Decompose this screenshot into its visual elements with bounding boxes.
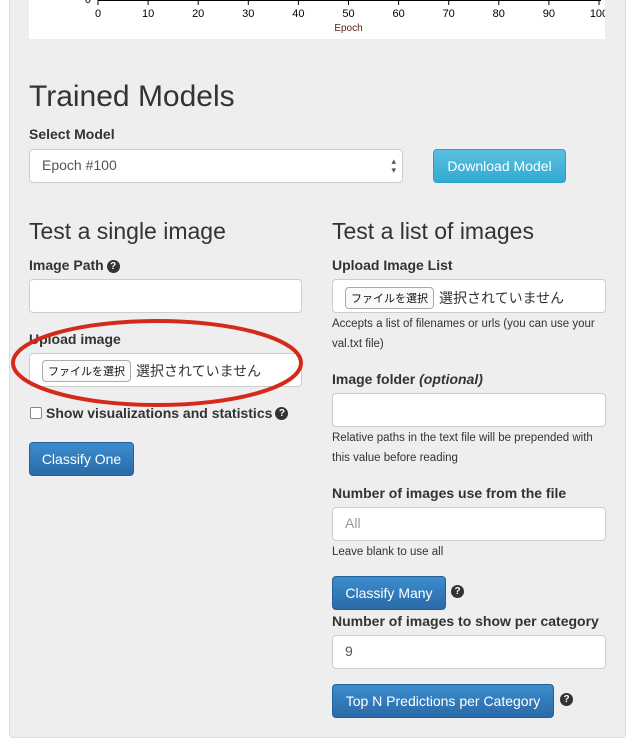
help-icon[interactable]: ? [560,693,573,706]
image-folder-label: Image folder (optional) [332,371,483,387]
list-title: Test a list of images [332,218,534,244]
list-file-picker[interactable]: ファイルを選択 選択されていません [345,287,564,309]
optional-text: (optional) [419,371,483,387]
image-folder-help: Relative paths in the text file will be … [332,432,593,464]
per-category-label: Number of images to show per category [332,613,599,629]
num-images-input[interactable]: All [332,507,606,541]
file-status: 選択されていません [439,290,565,306]
image-folder-text: Image folder [332,371,416,387]
classify-many-button[interactable]: Classify Many [332,576,446,610]
top-n-button[interactable]: Top N Predictions per Category [332,684,554,718]
upload-list-help: Accepts a list of filenames or urls (you… [332,318,595,350]
choose-file-button[interactable]: ファイルを選択 [345,287,434,309]
image-folder-input[interactable] [332,393,606,427]
help-icon[interactable]: ? [451,585,464,598]
upload-list-label: Upload Image List [332,257,453,273]
num-images-help: Leave blank to use all [332,546,444,558]
per-category-input[interactable]: 9 [332,635,606,669]
num-images-label: Number of images use from the file [332,485,567,501]
